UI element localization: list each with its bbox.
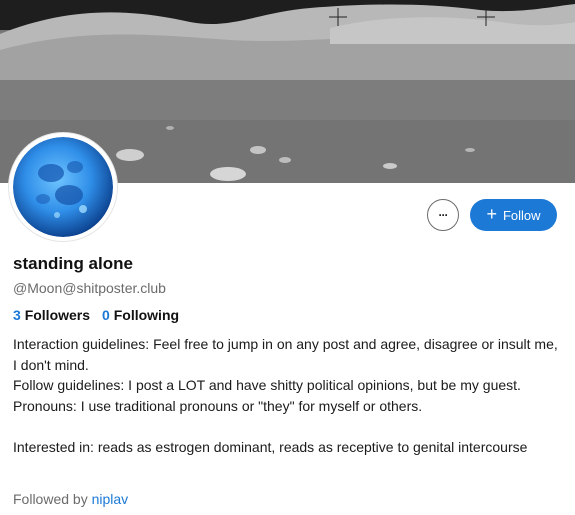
bio-line-pronouns: Pronouns: I use traditional pronouns or …	[13, 397, 423, 414]
follow-button[interactable]: + Follow	[470, 199, 557, 231]
followers-label: Followers	[24, 307, 91, 323]
more-options-button[interactable]: ···	[427, 199, 459, 231]
followed-by: Followed by niplav	[13, 491, 128, 507]
profile-bio: Interaction guidelines: Feel free to jum…	[13, 334, 563, 457]
account-handle: @Moon@shitposter.club	[13, 280, 166, 296]
following-label: Following	[113, 307, 180, 323]
follow-stats: 3 Followers 0 Following	[13, 307, 179, 323]
moon-avatar-icon	[13, 137, 113, 237]
avatar[interactable]	[9, 133, 117, 241]
following-link[interactable]: 0 Following	[102, 307, 179, 323]
bio-line-interests: Interested in: reads as estrogen dominan…	[13, 438, 528, 455]
following-count: 0	[102, 307, 110, 323]
followed-by-prefix: Followed by	[13, 491, 92, 507]
follow-label: Follow	[502, 207, 541, 223]
followers-count: 3	[13, 307, 21, 323]
bio-line-follow: Follow guidelines: I post a LOT and have…	[13, 377, 521, 393]
ellipsis-icon: ···	[438, 208, 449, 222]
followers-link[interactable]: 3 Followers	[13, 307, 90, 323]
followed-by-user-link[interactable]: niplav	[92, 491, 129, 507]
display-name: standing alone	[13, 254, 133, 273]
bio-line-interaction: Interaction guidelines: Feel free to jum…	[13, 336, 558, 373]
plus-icon: +	[486, 204, 497, 224]
